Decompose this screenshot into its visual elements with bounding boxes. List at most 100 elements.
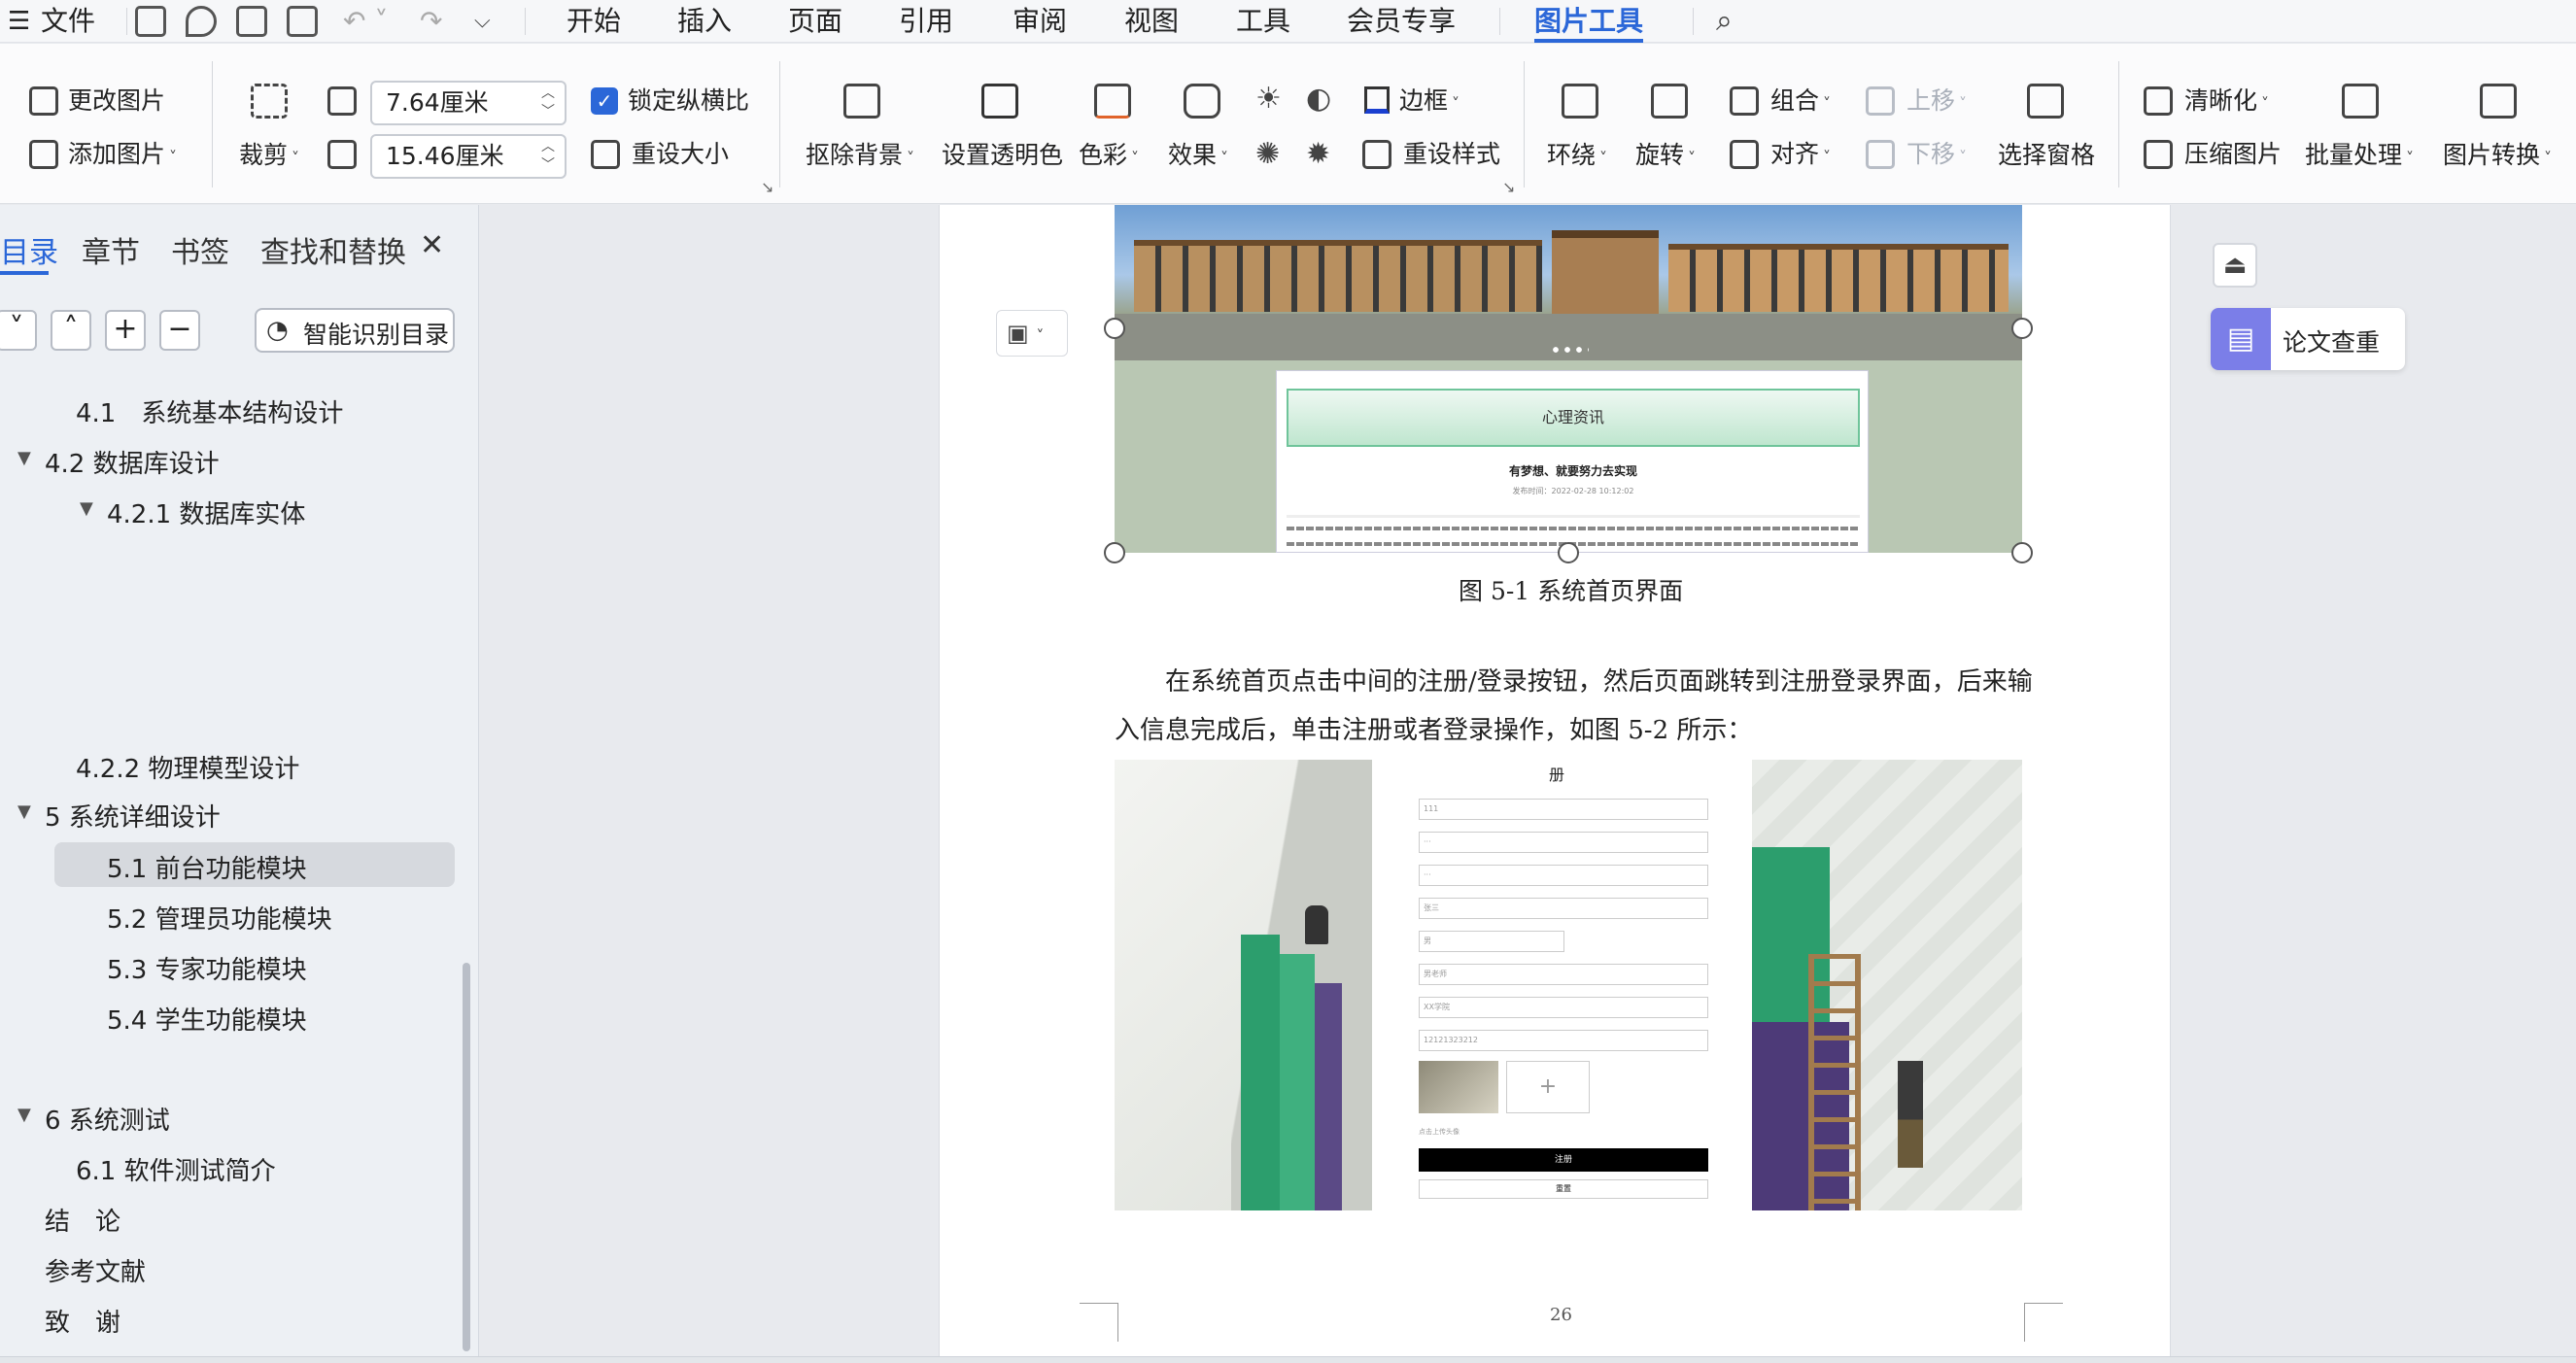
print-icon[interactable]: [236, 6, 267, 37]
redo-icon[interactable]: ↷: [420, 0, 442, 43]
toc-item-4-2-2[interactable]: 4.2.2 物理模型设计: [76, 749, 299, 785]
menu-hamburger-icon[interactable]: ☰: [8, 0, 30, 43]
close-icon[interactable]: ✕: [420, 228, 444, 262]
crop-button[interactable]: 裁剪 ˅: [239, 140, 299, 174]
quick-access-more-icon[interactable]: ⌵: [474, 0, 491, 43]
bring-forward-button[interactable]: 上移 ˅: [1906, 85, 1967, 119]
tab-tools[interactable]: 工具: [1236, 0, 1290, 43]
undo-icon[interactable]: ↶ ˅: [343, 0, 388, 43]
resize-handle[interactable]: [1104, 542, 1125, 563]
tab-toc[interactable]: 目录: [0, 228, 58, 271]
collapse-panel-icon[interactable]: ⏏: [2213, 243, 2257, 288]
selection-pane-button[interactable]: 选择窗格: [1998, 140, 2095, 171]
toc-item-6-1[interactable]: 6.1 软件测试简介: [76, 1151, 276, 1187]
tab-references[interactable]: 引用: [899, 0, 953, 43]
tab-picture-tools[interactable]: 图片工具: [1534, 0, 1643, 43]
form-field[interactable]: 张三: [1419, 898, 1708, 919]
export-icon[interactable]: [186, 6, 217, 37]
remove-heading-icon[interactable]: −: [159, 310, 200, 351]
contrast-up-icon[interactable]: ✺: [1255, 139, 1280, 170]
level-up-icon[interactable]: ˄: [51, 310, 91, 351]
align-button[interactable]: 对齐 ˅: [1770, 139, 1831, 173]
sharpen-button[interactable]: 清晰化 ˅: [2184, 85, 2269, 119]
group-button[interactable]: 组合 ˅: [1770, 85, 1831, 119]
picture-convert-button[interactable]: 图片转换 ˅: [2443, 140, 2552, 174]
tab-chapter[interactable]: 章节: [82, 228, 140, 271]
remove-background-button[interactable]: 抠除背景 ˅: [806, 140, 914, 174]
resize-handle[interactable]: [1558, 542, 1579, 563]
form-field[interactable]: ···: [1419, 832, 1708, 853]
reset-button[interactable]: 重置: [1419, 1179, 1708, 1199]
tab-home[interactable]: 开始: [567, 0, 621, 43]
expand-toggle-icon[interactable]: ▼: [17, 448, 31, 468]
resize-handle[interactable]: [1104, 318, 1125, 339]
form-select[interactable]: 男: [1419, 931, 1564, 952]
reset-size-button[interactable]: 重设大小: [632, 139, 729, 170]
color-button[interactable]: 色彩 ˅: [1079, 140, 1139, 174]
reset-style-button[interactable]: 重设样式: [1403, 139, 1500, 170]
form-field[interactable]: ···: [1419, 865, 1708, 886]
register-button[interactable]: 注册: [1419, 1148, 1708, 1172]
smart-toc-button[interactable]: ◔ 智能识别目录: [255, 308, 455, 353]
toc-item-4-2-1[interactable]: 4.2.1 数据库实体: [107, 494, 305, 530]
width-input[interactable]: 7.64厘米 ︿ ﹀: [370, 81, 567, 125]
toc-item-5[interactable]: 5 系统详细设计: [45, 798, 221, 834]
tab-bookmark[interactable]: 书签: [171, 228, 229, 271]
save-icon[interactable]: [135, 6, 166, 37]
expand-toggle-icon[interactable]: ▼: [17, 1105, 31, 1125]
compress-picture-button[interactable]: 压缩图片: [2184, 139, 2282, 170]
collapse-all-icon[interactable]: ˅: [0, 310, 37, 351]
tab-insert[interactable]: 插入: [677, 0, 732, 43]
toc-item-5-2[interactable]: 5.2 管理员功能模块: [107, 900, 332, 936]
form-field[interactable]: 12121323212: [1419, 1030, 1708, 1051]
toc-item-5-1[interactable]: 5.1 前台功能模块: [107, 849, 307, 885]
layout-options-icon[interactable]: ▣ ˅: [996, 310, 1068, 357]
paper-check-button[interactable]: ▤ 论文查重: [2211, 308, 2405, 370]
toc-item-4-1[interactable]: 4.1 系统基本结构设计: [76, 393, 343, 429]
height-input[interactable]: 15.46厘米 ︿ ﹀: [370, 134, 567, 179]
lock-ratio-checkbox[interactable]: ✓: [591, 87, 618, 115]
brightness-down-icon[interactable]: ◐: [1306, 84, 1331, 115]
tab-page[interactable]: 页面: [788, 0, 842, 43]
resize-handle[interactable]: [2011, 318, 2033, 339]
style-dialog-launcher-icon[interactable]: ↘: [1502, 172, 1515, 203]
form-field[interactable]: XX学院: [1419, 997, 1708, 1018]
toc-item-conclusion[interactable]: 结 论: [45, 1202, 120, 1238]
tab-membership[interactable]: 会员专享: [1347, 0, 1456, 43]
tab-find-replace[interactable]: 查找和替换: [260, 228, 406, 271]
resize-handle[interactable]: [2011, 542, 2033, 563]
toc-item-acknowledgement[interactable]: 致 谢: [45, 1303, 120, 1339]
width-stepper[interactable]: ︿ ﹀: [541, 85, 555, 121]
toc-item-6[interactable]: 6 系统测试: [45, 1101, 170, 1137]
tab-review[interactable]: 审阅: [1013, 0, 1067, 43]
print-preview-icon[interactable]: [287, 6, 318, 37]
expand-toggle-icon[interactable]: ▼: [17, 801, 31, 822]
height-stepper[interactable]: ︿ ﹀: [541, 138, 555, 175]
send-backward-button[interactable]: 下移 ˅: [1906, 139, 1967, 173]
toc-item-references[interactable]: 参考文献: [45, 1252, 146, 1288]
register-screenshot-image[interactable]: 册 111 ··· ··· 张三 男 男老师 XX学院 12121323212 …: [1115, 760, 2022, 1210]
add-heading-icon[interactable]: +: [105, 310, 146, 351]
rotate-button[interactable]: 旋转 ˅: [1635, 140, 1696, 174]
effects-button[interactable]: 效果 ˅: [1168, 140, 1228, 174]
toc-item-4-2[interactable]: 4.2 数据库设计: [45, 444, 220, 480]
toc-item-5-4[interactable]: 5.4 学生功能模块: [107, 1001, 307, 1037]
toc-item-5-3[interactable]: 5.3 专家功能模块: [107, 950, 307, 986]
file-menu[interactable]: 文件: [41, 0, 95, 43]
homepage-screenshot-image[interactable]: 心理资讯 有梦想、就要努力去实现 发布时间：2022-02-28 10:12:0…: [1115, 205, 2022, 553]
brightness-up-icon[interactable]: ☀: [1255, 84, 1282, 115]
nav-scrollbar[interactable]: [463, 963, 470, 1351]
border-button[interactable]: 边框 ˅: [1399, 85, 1460, 119]
wrap-text-button[interactable]: 环绕 ˅: [1547, 140, 1607, 174]
expand-toggle-icon[interactable]: ▼: [80, 498, 93, 519]
form-field[interactable]: 男老师: [1419, 964, 1708, 985]
tab-view[interactable]: 视图: [1124, 0, 1179, 43]
size-dialog-launcher-icon[interactable]: ↘: [761, 172, 773, 203]
change-picture-button[interactable]: 更改图片: [68, 85, 165, 117]
add-picture-button[interactable]: 添加图片 ˅: [68, 139, 177, 173]
batch-process-button[interactable]: 批量处理 ˅: [2305, 140, 2414, 174]
search-icon[interactable]: ⌕: [1716, 0, 1733, 43]
set-transparent-button[interactable]: 设置透明色: [942, 140, 1063, 171]
contrast-down-icon[interactable]: ✹: [1306, 139, 1330, 170]
upload-avatar-button[interactable]: +: [1506, 1061, 1590, 1113]
